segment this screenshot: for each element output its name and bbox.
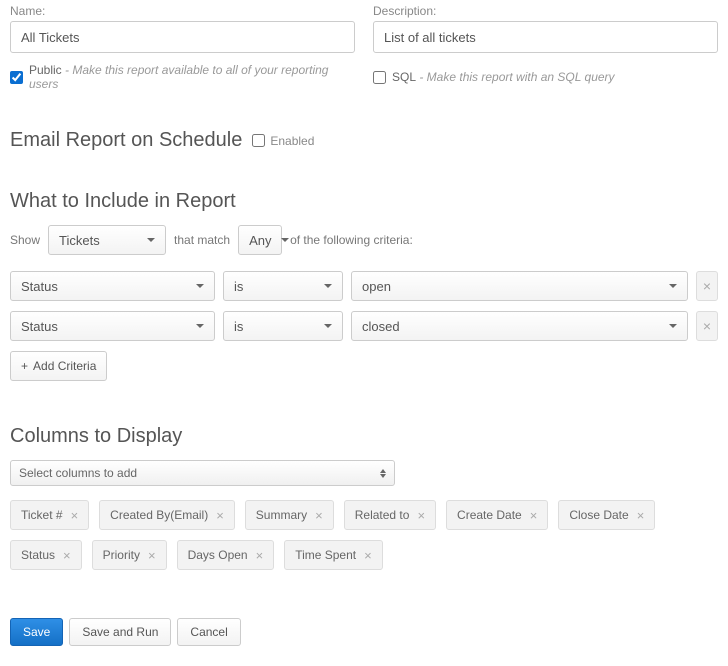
of-following-label: of the following criteria:: [290, 233, 413, 247]
column-tag[interactable]: Close Date ×: [558, 500, 655, 530]
close-icon: ×: [703, 318, 711, 334]
criteria-row: Status isopen ×: [10, 271, 718, 301]
criteria-field-select[interactable]: Status: [10, 311, 215, 341]
schedule-enabled-checkbox[interactable]: [252, 134, 265, 147]
match-mode-select[interactable]: Any: [238, 225, 282, 255]
remove-column-icon[interactable]: ×: [637, 508, 645, 523]
remove-column-icon[interactable]: ×: [216, 508, 224, 523]
save-and-run-button[interactable]: Save and Run: [69, 618, 171, 646]
column-tag[interactable]: Days Open ×: [177, 540, 275, 570]
column-tag-label: Priority: [103, 548, 140, 562]
column-tag[interactable]: Priority ×: [92, 540, 167, 570]
sql-checkbox[interactable]: [373, 71, 386, 84]
criteria-row: Status is closed ×: [10, 311, 718, 341]
remove-column-icon[interactable]: ×: [530, 508, 538, 523]
column-tag[interactable]: Time Spent ×: [284, 540, 383, 570]
remove-column-icon[interactable]: ×: [364, 548, 372, 563]
criteria-field-select[interactable]: Status: [10, 271, 215, 301]
column-tag-label: Ticket #: [21, 508, 63, 522]
criteria-operator-select[interactable]: is: [223, 311, 343, 341]
column-tag[interactable]: Status ×: [10, 540, 82, 570]
column-tag-label: Time Spent: [295, 548, 356, 562]
criteria-operator-select[interactable]: is: [223, 271, 343, 301]
column-tag[interactable]: Summary ×: [245, 500, 334, 530]
columns-select[interactable]: Select columns to add: [10, 460, 395, 486]
remove-column-icon[interactable]: ×: [417, 508, 425, 523]
remove-column-icon[interactable]: ×: [63, 548, 71, 563]
column-tag[interactable]: Related to ×: [344, 500, 436, 530]
name-label: Name:: [10, 4, 355, 18]
columns-heading: Columns to Display: [10, 425, 718, 448]
column-tag[interactable]: Created By(Email) ×: [99, 500, 235, 530]
that-match-label: that match: [174, 233, 230, 247]
description-label: Description:: [373, 4, 718, 18]
show-label: Show: [10, 233, 40, 247]
enabled-label: Enabled: [270, 134, 314, 148]
remove-criteria-button[interactable]: ×: [696, 271, 718, 301]
column-tag[interactable]: Ticket # ×: [10, 500, 89, 530]
caret-down-icon: [196, 324, 204, 328]
caret-down-icon: [324, 324, 332, 328]
plus-icon: +: [21, 359, 28, 373]
criteria-value-select[interactable]: open: [351, 271, 688, 301]
remove-column-icon[interactable]: ×: [256, 548, 264, 563]
remove-column-icon[interactable]: ×: [315, 508, 323, 523]
updown-icon: [380, 469, 386, 478]
column-tag-label: Summary: [256, 508, 307, 522]
criteria-value-select[interactable]: closed: [351, 311, 688, 341]
save-button[interactable]: Save: [10, 618, 63, 646]
cancel-button[interactable]: Cancel: [177, 618, 240, 646]
column-tag-label: Days Open: [188, 548, 248, 562]
column-tag[interactable]: Create Date ×: [446, 500, 548, 530]
remove-criteria-button[interactable]: ×: [696, 311, 718, 341]
public-label: Public - Make this report available to a…: [29, 63, 355, 91]
column-tag-label: Created By(Email): [110, 508, 208, 522]
caret-down-icon: [281, 238, 289, 242]
caret-down-icon: [669, 324, 677, 328]
remove-column-icon[interactable]: ×: [148, 548, 156, 563]
email-schedule-heading: Email Report on Schedule Enabled: [10, 129, 718, 152]
column-tag-label: Create Date: [457, 508, 522, 522]
add-criteria-button[interactable]: + Add Criteria: [10, 351, 107, 381]
description-input[interactable]: [373, 21, 718, 53]
column-tag-label: Close Date: [569, 508, 628, 522]
name-input[interactable]: [10, 21, 355, 53]
caret-down-icon: [324, 284, 332, 288]
include-heading: What to Include in Report: [10, 190, 718, 213]
entity-select[interactable]: Tickets: [48, 225, 166, 255]
public-checkbox[interactable]: [10, 71, 23, 84]
column-tag-label: Status: [21, 548, 55, 562]
caret-down-icon: [196, 284, 204, 288]
caret-down-icon: [669, 284, 677, 288]
column-tag-label: Related to: [355, 508, 410, 522]
sql-label: SQL - Make this report with an SQL query: [392, 70, 615, 84]
close-icon: ×: [703, 278, 711, 294]
remove-column-icon[interactable]: ×: [71, 508, 79, 523]
caret-down-icon: [147, 238, 155, 242]
